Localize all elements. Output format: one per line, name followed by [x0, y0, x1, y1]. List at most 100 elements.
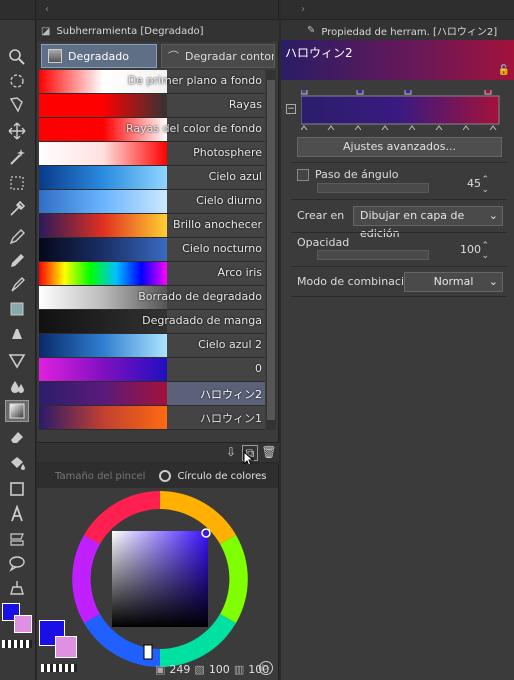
gradient-list-item[interactable]: 0: [39, 358, 265, 382]
gradient-list-item[interactable]: Cielo azul 2: [39, 334, 265, 358]
angle-step-slider[interactable]: [317, 183, 429, 193]
frame-border-icon[interactable]: [5, 528, 29, 550]
tab-gradient[interactable]: Degradado: [41, 44, 157, 68]
gradient-list-item[interactable]: Rayas: [39, 94, 265, 118]
trash-icon[interactable]: 🗑: [261, 445, 277, 461]
gradient-list-item[interactable]: Rayas del color de fondo: [39, 118, 265, 142]
collapse-icon[interactable]: ‹: [45, 4, 49, 15]
saturation-icon: ▧: [194, 663, 205, 676]
move-icon[interactable]: [5, 120, 29, 142]
gradient-item-label: Borrado de degradado: [138, 290, 262, 303]
gradient-swatch: [39, 94, 167, 117]
gradient-list-item[interactable]: ハロウィン1: [39, 406, 265, 430]
advanced-settings-button[interactable]: Ajustes avanzados...: [297, 137, 502, 157]
color-stop-1[interactable]: [356, 90, 364, 95]
opacity-slider[interactable]: [317, 250, 429, 260]
gradient-item-label: De primer plano a fondo: [127, 74, 262, 87]
gradient-list-item[interactable]: Cielo nocturno: [39, 238, 265, 262]
tool-property-header: ›: [281, 0, 514, 20]
decoration-icon[interactable]: [5, 322, 29, 344]
gradient-list-item[interactable]: Arco iris: [39, 262, 265, 286]
gradient-item-label: Cielo azul 2: [198, 338, 262, 351]
gradient-list-item[interactable]: Brillo anochecer: [39, 214, 265, 238]
correct-line-icon[interactable]: [5, 577, 29, 599]
zoom-icon[interactable]: [5, 46, 29, 68]
gradient-item-label: ハロウィン2: [200, 388, 262, 401]
gradient-item-label: Arco iris: [217, 266, 262, 279]
gradient-list-item[interactable]: De primer plano a fondo: [39, 70, 265, 94]
gradient-item-label: Brillo anochecer: [172, 218, 262, 231]
collapse-right-icon[interactable]: ›: [301, 4, 305, 15]
eyedropper-icon[interactable]: [5, 198, 29, 220]
hue-value: 249: [169, 663, 191, 676]
pen-icon[interactable]: [5, 226, 29, 248]
angle-step-label: Paso de ángulo: [315, 168, 399, 181]
gradient-list-item[interactable]: Degradado de manga: [39, 310, 265, 334]
subtool-title-bar: ◪ Subherramienta [Degradado]: [37, 20, 279, 42]
opacity-stops[interactable]: [301, 125, 497, 130]
scrollbar-thumb[interactable]: [267, 80, 275, 420]
text-icon[interactable]: [5, 503, 29, 525]
figure-icon[interactable]: [5, 478, 29, 500]
magic-wand-icon[interactable]: [5, 146, 29, 168]
pencil-icon[interactable]: [5, 250, 29, 272]
fill-drop-icon[interactable]: [5, 376, 29, 398]
hue-cursor[interactable]: [143, 644, 153, 660]
tab-contour-gradient[interactable]: ⌒ Degradar contorno: [161, 44, 275, 68]
gradient-list-item[interactable]: Photosphere: [39, 142, 265, 166]
airbrush-icon[interactable]: [5, 298, 29, 320]
fill-bucket-icon[interactable]: [5, 452, 29, 474]
color-circle-panel: Tamaño del pincel Círculo de colores ▣ 2…: [37, 464, 279, 680]
gradient-bar[interactable]: [301, 95, 500, 125]
hue-icon: ▣: [155, 663, 166, 676]
subtool-panel-title: Subherramienta [Degradado]: [56, 25, 204, 37]
tool-strip: [0, 0, 36, 680]
opacity-spinner[interactable]: ⌃ ⌄: [481, 241, 489, 261]
selection-marquee-icon[interactable]: [5, 172, 29, 194]
brightness-icon: ▥: [233, 663, 245, 676]
sub-color-swatch[interactable]: [55, 636, 77, 658]
rotate-view-icon[interactable]: [5, 70, 29, 92]
color-stop-0[interactable]: [301, 90, 308, 95]
color-stop-2[interactable]: [404, 90, 412, 95]
blend-icon[interactable]: [5, 350, 29, 372]
tool-property-panel: › ✎ Propiedad de herram. [ハロウィン2] ハロウィン2…: [281, 0, 514, 680]
gradient-list: De primer plano a fondo Rayas Rayas del co…: [39, 70, 265, 430]
object-select-icon[interactable]: [5, 94, 29, 116]
angle-step-checkbox[interactable]: [297, 169, 309, 181]
tab-color-circle-label: Círculo de colores: [177, 470, 267, 482]
tab-color-circle[interactable]: Círculo de colores: [159, 470, 266, 482]
brush-icon[interactable]: [5, 274, 29, 296]
gradient-item-label: 0: [255, 362, 262, 375]
tab-brush-size[interactable]: Tamaño del pincel: [55, 471, 145, 482]
gradient-list-item[interactable]: Cielo azul: [39, 166, 265, 190]
gradient-item-label: Cielo nocturno: [182, 242, 262, 255]
transparent-color-chip[interactable]: [2, 640, 32, 648]
blend-mode-select[interactable]: Normal ⌄: [404, 272, 503, 292]
gradient-list-item[interactable]: Cielo diurno: [39, 190, 265, 214]
gradient-item-label: Degradado de manga: [142, 314, 262, 327]
gradient-swatch: [39, 214, 167, 237]
color-mode-toggle-icon[interactable]: ▷: [259, 661, 273, 675]
collapse-editor-icon[interactable]: −: [286, 104, 296, 114]
transparent-swatch[interactable]: [41, 664, 77, 672]
color-stop-3[interactable]: [484, 90, 492, 95]
gradient-list-item[interactable]: Borrado de degradado: [39, 286, 265, 310]
eraser-icon[interactable]: [5, 426, 29, 448]
separator: [291, 199, 507, 200]
lock-icon[interactable]: 🔓: [498, 65, 510, 76]
saturation-value: 100: [208, 663, 230, 676]
blend-mode-label: Modo de combinación: [297, 275, 418, 288]
color-wheel[interactable]: [70, 489, 250, 669]
tab-contour-label: Degradar contorno: [185, 49, 275, 63]
angle-step-spinner[interactable]: ⌃ ⌄: [481, 175, 489, 195]
gradient-editor[interactable]: [301, 90, 501, 130]
balloon-icon[interactable]: [5, 552, 29, 574]
create-in-select[interactable]: Dibujar en capa de edición ⌄: [353, 206, 503, 240]
sub-color-chip[interactable]: [14, 615, 32, 633]
gradient-tool-icon[interactable]: [5, 400, 29, 422]
import-icon[interactable]: ⇩: [223, 445, 239, 461]
gradient-preview: ハロウィン2 🔓: [281, 40, 514, 80]
subtool-scrollbar[interactable]: [266, 70, 276, 430]
gradient-list-item[interactable]: ハロウィン2: [39, 382, 265, 406]
